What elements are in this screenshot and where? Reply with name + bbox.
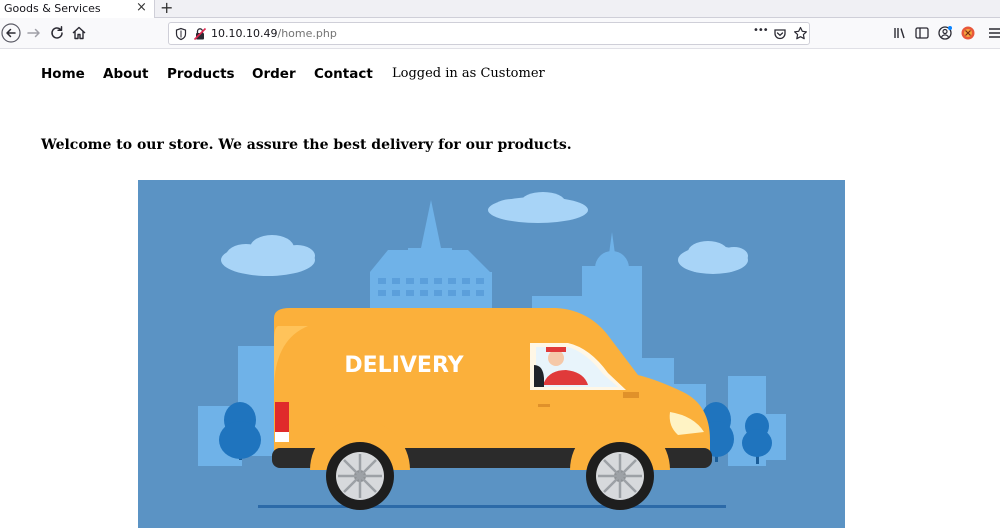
library-icon: [894, 28, 905, 39]
new-tab-button[interactable]: +: [160, 0, 173, 17]
extension-button[interactable]: [958, 23, 978, 43]
extension-icon: [961, 26, 975, 40]
tab-close-button[interactable]: ×: [136, 0, 147, 16]
url-path: /home.php: [277, 27, 337, 40]
van-label: DELIVERY: [344, 353, 464, 378]
home-icon: [72, 26, 86, 40]
forward-icon: [27, 28, 40, 38]
nav-products-link[interactable]: Products: [167, 66, 235, 82]
insecure-lock-icon[interactable]: [193, 27, 207, 41]
nav-home-link[interactable]: Home: [41, 66, 85, 82]
delivery-van-illustration: DELIVERY: [138, 180, 845, 528]
nav-about-link[interactable]: About: [103, 66, 148, 82]
url-text[interactable]: 10.10.10.49/home.php: [211, 27, 337, 40]
page-actions-icon[interactable]: •••: [753, 25, 769, 36]
nav-order-link[interactable]: Order: [252, 66, 296, 82]
tab-bar: Goods & Services × +: [0, 0, 1000, 18]
url-host: 10.10.10.49: [211, 27, 278, 40]
browser-toolbar: 10.10.10.49/home.php •••: [0, 18, 1000, 49]
pocket-icon[interactable]: [773, 27, 787, 41]
tab-title: Goods & Services: [4, 2, 101, 15]
bookmark-star-icon[interactable]: [793, 26, 808, 41]
welcome-heading: Welcome to our store. We assure the best…: [41, 137, 572, 153]
sidebar-icon: [915, 27, 929, 39]
login-status: Logged in as Customer: [392, 66, 545, 81]
reload-button[interactable]: [47, 23, 67, 43]
tab-active[interactable]: Goods & Services ×: [0, 0, 155, 18]
forward-button[interactable]: [24, 23, 44, 43]
reload-icon: [51, 26, 63, 39]
account-icon: [938, 26, 952, 40]
home-button[interactable]: [69, 23, 89, 43]
menu-icon: [989, 28, 1000, 38]
back-button[interactable]: [1, 23, 21, 43]
library-button[interactable]: [890, 23, 910, 43]
sidebar-button[interactable]: [912, 23, 932, 43]
url-bar[interactable]: 10.10.10.49/home.php •••: [168, 22, 810, 45]
nav-contact-link[interactable]: Contact: [314, 66, 373, 82]
hero-image: DELIVERY: [138, 180, 845, 528]
account-button[interactable]: [935, 23, 955, 43]
shield-icon[interactable]: [174, 27, 188, 41]
back-icon: [1, 23, 21, 43]
menu-button[interactable]: [985, 23, 1000, 43]
